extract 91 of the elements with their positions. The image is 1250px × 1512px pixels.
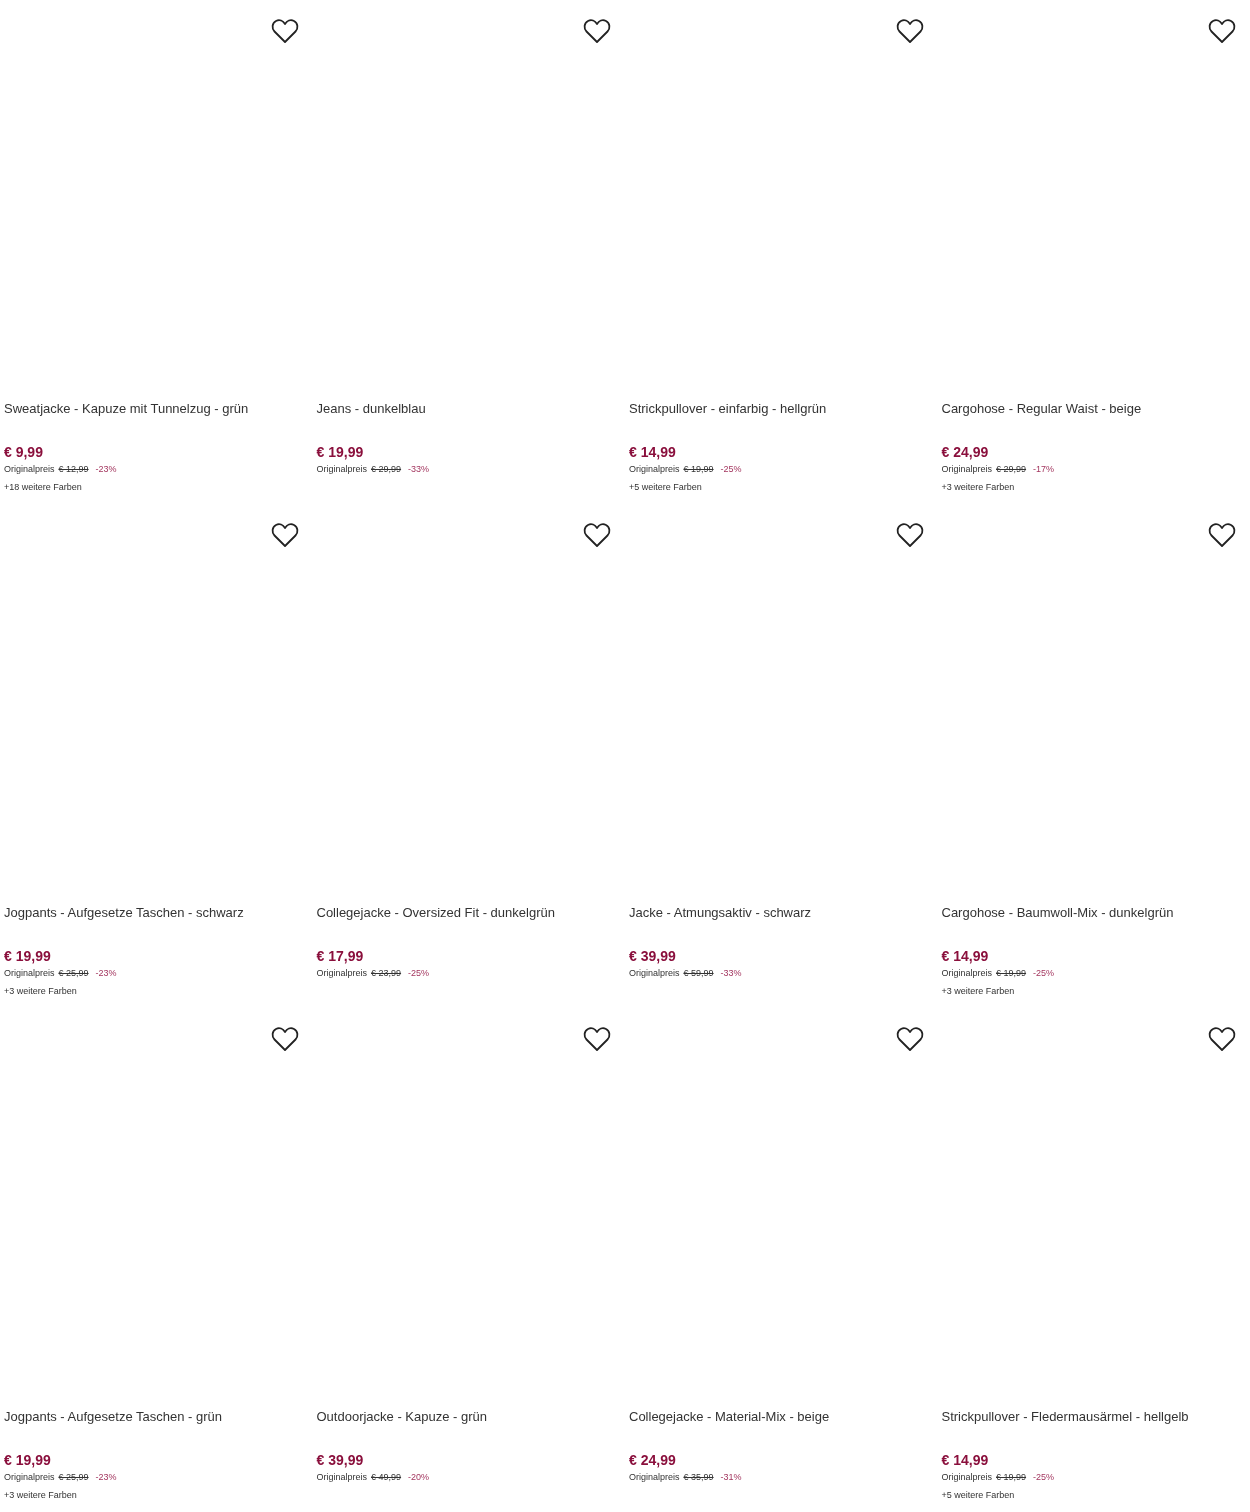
original-price: € 12,99 xyxy=(58,463,89,476)
original-price-label: Originalpreis xyxy=(4,967,55,980)
discount: -33% xyxy=(720,967,742,980)
heart-icon xyxy=(270,1026,299,1052)
product-title[interactable]: Strickpullover - einfarbig - hellgrün xyxy=(625,400,930,418)
product-title[interactable]: Cargohose - Baumwoll-Mix - dunkelgrün xyxy=(937,904,1242,922)
product-title[interactable]: Outdoorjacke - Kapuze - grün xyxy=(312,1408,617,1426)
original-price: € 19,99 xyxy=(683,463,714,476)
more-colors-link[interactable]: +5 weitere Farben xyxy=(937,1488,1242,1502)
more-colors-link[interactable]: +5 weitere Farben xyxy=(625,480,930,494)
discount: -31% xyxy=(720,1471,742,1484)
discount: -17% xyxy=(1033,463,1055,476)
wishlist-button[interactable] xyxy=(270,18,299,44)
product-title[interactable]: Cargohose - Regular Waist - beige xyxy=(937,400,1242,418)
original-price: € 19,99 xyxy=(996,1471,1027,1484)
original-price-label: Originalpreis xyxy=(941,1471,993,1484)
wishlist-button[interactable] xyxy=(583,1026,611,1052)
original-price: € 29,99 xyxy=(371,463,402,476)
original-price-label: Originalpreis xyxy=(316,463,368,476)
more-colors-link[interactable]: +3 weitere Farben xyxy=(0,984,305,998)
original-price-label: Originalpreis xyxy=(629,967,680,980)
product-price: € 17,99 xyxy=(315,947,365,965)
discount: -33% xyxy=(408,463,430,476)
product-title[interactable]: Jeans - dunkelblau xyxy=(312,400,617,418)
product-title[interactable]: Jogpants - Aufgesetze Taschen - grün xyxy=(0,1408,305,1426)
product-price: € 39,99 xyxy=(315,1451,365,1469)
more-colors-link[interactable]: +3 weitere Farben xyxy=(0,1488,305,1502)
product-price: € 14,99 xyxy=(940,947,990,965)
product-price: € 9,99 xyxy=(3,443,44,461)
original-price-label: Originalpreis xyxy=(941,967,993,980)
original-price: € 25,99 xyxy=(58,967,89,980)
wishlist-button[interactable] xyxy=(1208,18,1236,44)
original-price: € 59,99 xyxy=(683,967,714,980)
heart-icon xyxy=(895,1026,924,1052)
discount: -20% xyxy=(408,1471,430,1484)
discount: -25% xyxy=(1033,967,1055,980)
heart-icon xyxy=(270,18,299,44)
wishlist-button[interactable] xyxy=(1208,522,1236,548)
heart-icon xyxy=(1208,18,1236,44)
heart-icon xyxy=(895,18,924,44)
more-colors-link[interactable]: +18 weitere Farben xyxy=(0,480,305,494)
original-price: € 19,99 xyxy=(996,967,1027,980)
wishlist-button[interactable] xyxy=(895,18,924,44)
wishlist-button[interactable] xyxy=(895,522,924,548)
product-title[interactable]: Jogpants - Aufgesetze Taschen - schwarz xyxy=(0,904,305,922)
original-price: € 49,99 xyxy=(371,1471,402,1484)
product-price: € 14,99 xyxy=(628,443,677,461)
more-colors-link[interactable]: +3 weitere Farben xyxy=(937,480,1242,494)
discount: -25% xyxy=(1033,1471,1055,1484)
wishlist-button[interactable] xyxy=(270,1026,299,1052)
original-price: € 29,99 xyxy=(996,463,1027,476)
original-price-label: Originalpreis xyxy=(316,1471,368,1484)
heart-icon xyxy=(583,18,611,44)
product-title[interactable]: Collegejacke - Material-Mix - beige xyxy=(625,1408,930,1426)
wishlist-button[interactable] xyxy=(1208,1026,1236,1052)
original-price: € 25,99 xyxy=(58,1471,89,1484)
heart-icon xyxy=(583,522,611,548)
product-title[interactable]: Collegejacke - Oversized Fit - dunkelgrün xyxy=(312,904,617,922)
original-price: € 23,99 xyxy=(371,967,402,980)
product-price: € 39,99 xyxy=(628,947,677,965)
discount: -25% xyxy=(720,463,742,476)
heart-icon xyxy=(270,522,299,548)
product-title[interactable]: Strickpullover - Fledermausärmel - hellgelb xyxy=(937,1408,1242,1426)
more-colors-link[interactable]: +3 weitere Farben xyxy=(937,984,1242,998)
original-price: € 35,99 xyxy=(683,1471,714,1484)
wishlist-button[interactable] xyxy=(270,522,299,548)
product-title[interactable]: Jacke - Atmungsaktiv - schwarz xyxy=(625,904,930,922)
product-price: € 14,99 xyxy=(940,1451,990,1469)
original-price-label: Originalpreis xyxy=(941,463,993,476)
discount: -23% xyxy=(95,463,117,476)
discount: -25% xyxy=(408,967,430,980)
heart-icon xyxy=(1208,1026,1236,1052)
original-price-label: Originalpreis xyxy=(629,1471,680,1484)
wishlist-button[interactable] xyxy=(583,522,611,548)
heart-icon xyxy=(1208,522,1236,548)
product-title[interactable]: Sweatjacke - Kapuze mit Tunnelzug - grün xyxy=(0,400,305,418)
wishlist-button[interactable] xyxy=(583,18,611,44)
original-price-label: Originalpreis xyxy=(4,1471,55,1484)
product-price: € 19,99 xyxy=(3,947,52,965)
discount: -23% xyxy=(95,1471,117,1484)
product-price: € 19,99 xyxy=(3,1451,52,1469)
discount: -23% xyxy=(95,967,117,980)
original-price-label: Originalpreis xyxy=(629,463,680,476)
heart-icon xyxy=(583,1026,611,1052)
original-price-label: Originalpreis xyxy=(316,967,368,980)
product-price: € 24,99 xyxy=(940,443,990,461)
product-price: € 24,99 xyxy=(628,1451,677,1469)
wishlist-button[interactable] xyxy=(895,1026,924,1052)
original-price-label: Originalpreis xyxy=(4,463,55,476)
heart-icon xyxy=(895,522,924,548)
product-price: € 19,99 xyxy=(315,443,365,461)
